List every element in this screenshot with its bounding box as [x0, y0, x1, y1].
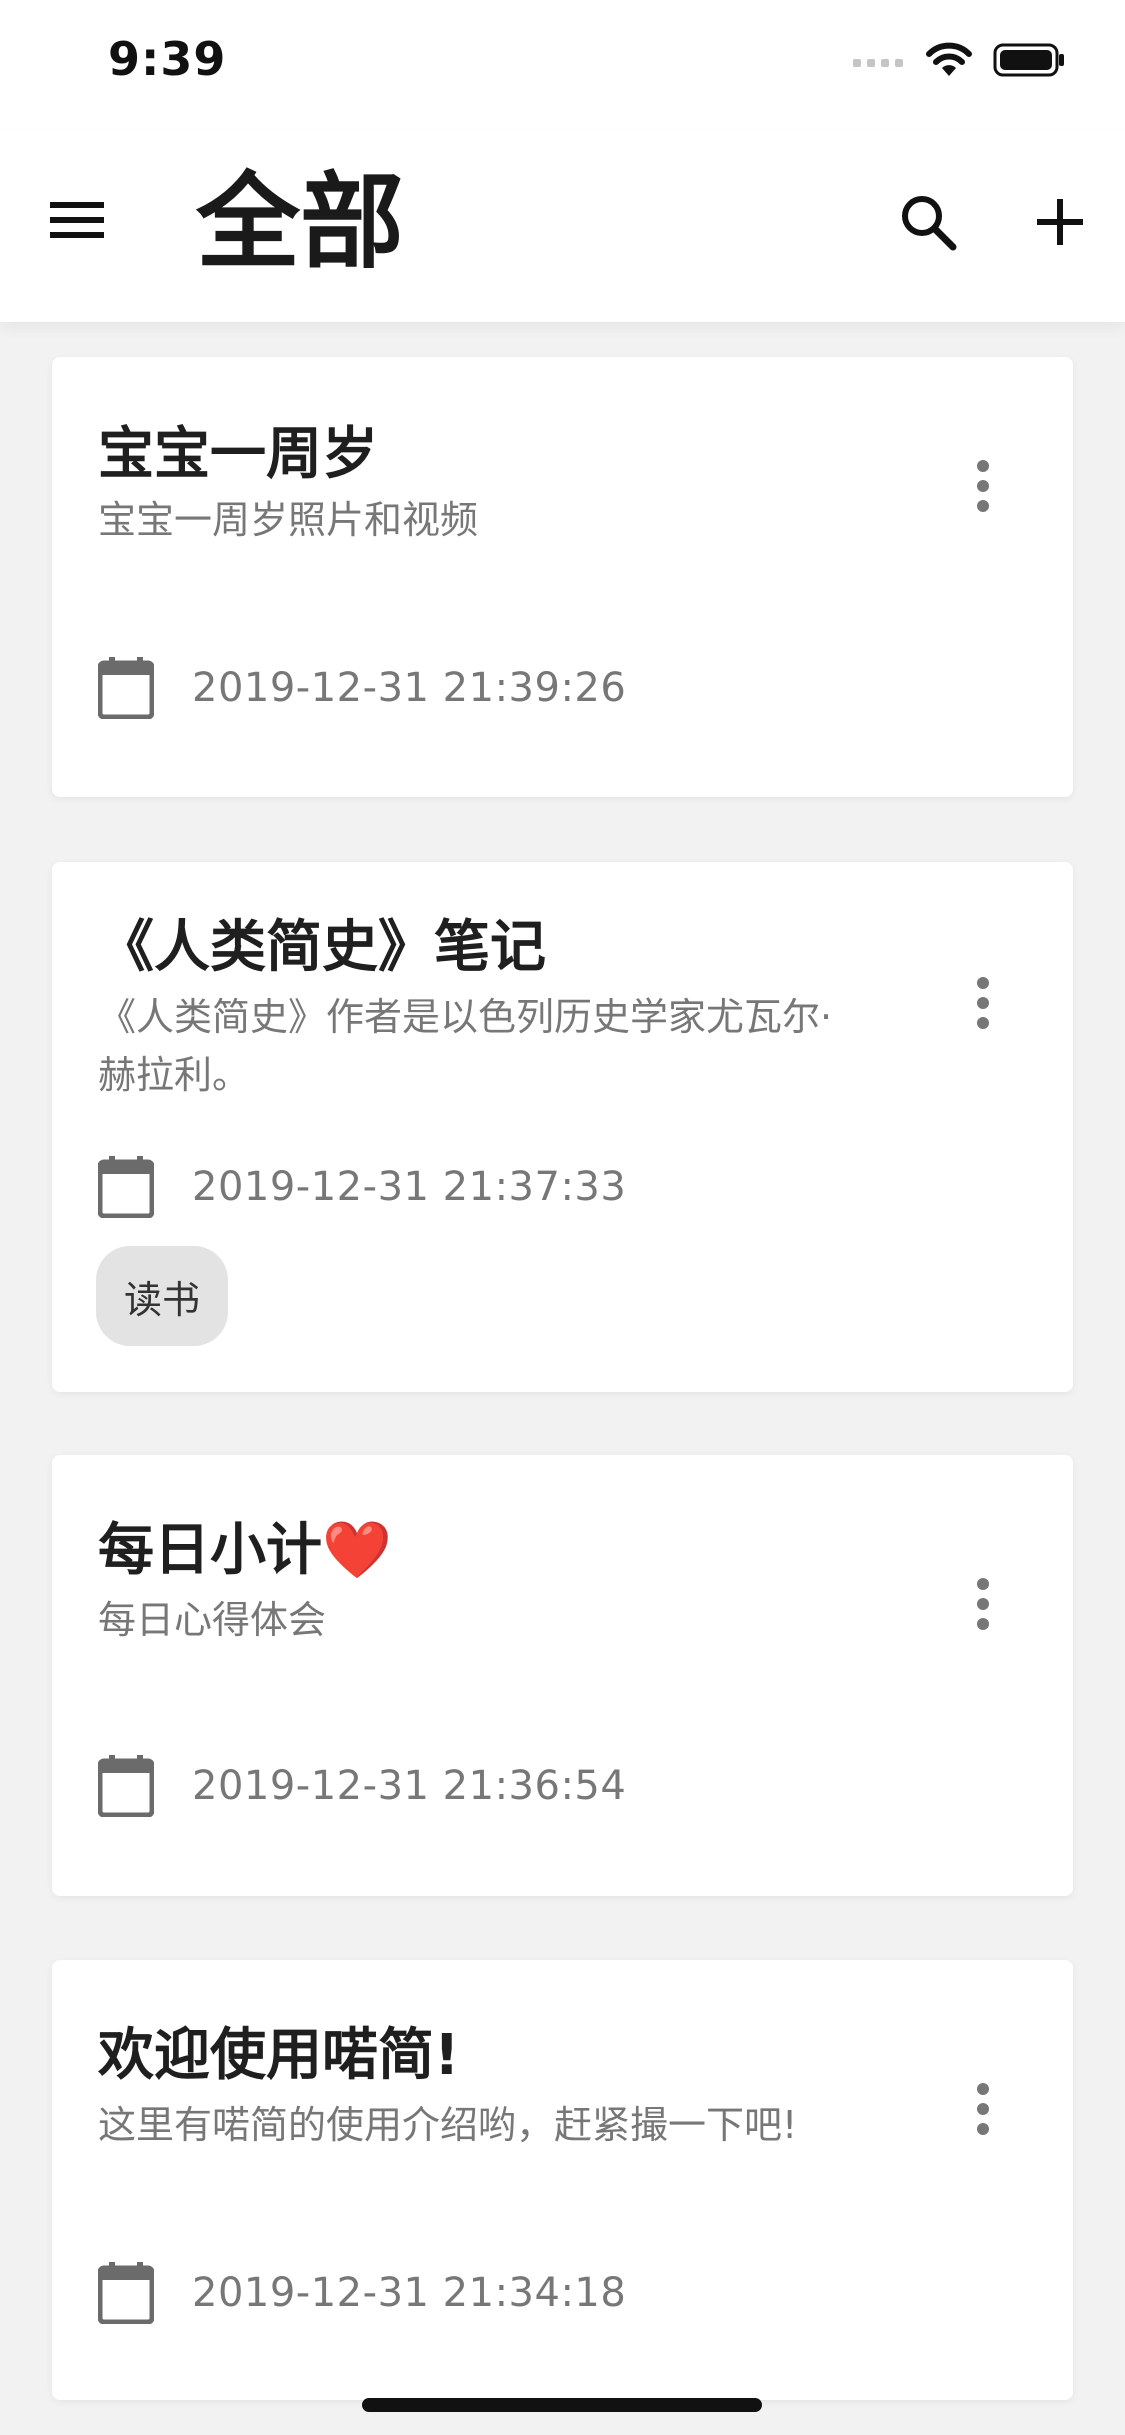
- note-title: 欢迎使用喏简!: [98, 2023, 460, 2088]
- menu-button[interactable]: [44, 187, 110, 253]
- note-description: 这里有喏简的使用介绍哟，赶紧撮一下吧!: [98, 2103, 798, 2147]
- plus-icon: [1037, 199, 1083, 245]
- status-time: 9:39: [108, 32, 227, 86]
- note-date: 2019-12-31 21:39:26: [192, 665, 627, 711]
- note-date-row: 2019-12-31 21:36:54: [98, 1755, 626, 1817]
- search-icon: [902, 196, 957, 251]
- note-date-row: 2019-12-31 21:39:26: [98, 657, 626, 719]
- more-options-button[interactable]: [963, 958, 1003, 1048]
- home-indicator[interactable]: [362, 2398, 762, 2412]
- menu-icon: [50, 202, 104, 238]
- signal-icon: [853, 59, 903, 67]
- calendar-icon: [98, 1755, 154, 1817]
- note-description: 《人类简史》作者是以色列历史学家尤瓦尔·赫拉利。: [98, 995, 833, 1097]
- calendar-icon: [98, 657, 154, 719]
- note-title: 《人类简史》笔记: [98, 915, 546, 980]
- calendar-icon: [98, 2262, 154, 2324]
- more-vertical-icon: [977, 1578, 989, 1630]
- status-icons: [853, 40, 1065, 80]
- note-title: 每日小计❤️: [98, 1518, 392, 1583]
- battery-icon: [993, 43, 1064, 77]
- note-date: 2019-12-31 21:37:33: [192, 1164, 627, 1210]
- app-screen: 9:39 全部 宝宝一周岁 宝宝一周岁照片和视频 2019-12-31 21:3…: [0, 0, 1125, 2435]
- note-date: 2019-12-31 21:36:54: [192, 1763, 627, 1809]
- note-description: 每日心得体会: [98, 1598, 327, 1642]
- note-card[interactable]: 每日小计❤️ 每日心得体会 2019-12-31 21:36:54: [52, 1455, 1073, 1896]
- more-options-button[interactable]: [963, 2064, 1003, 2154]
- add-button[interactable]: [1025, 187, 1095, 257]
- more-vertical-icon: [977, 460, 989, 512]
- more-options-button[interactable]: [963, 441, 1003, 531]
- note-description: 宝宝一周岁照片和视频: [98, 498, 479, 542]
- more-vertical-icon: [977, 977, 989, 1029]
- note-date-row: 2019-12-31 21:34:18: [98, 2262, 626, 2324]
- note-card[interactable]: 欢迎使用喏简! 这里有喏简的使用介绍哟，赶紧撮一下吧! 2019-12-31 2…: [52, 1960, 1073, 2400]
- app-header: 全部: [0, 132, 1125, 322]
- calendar-icon: [98, 1156, 154, 1218]
- wifi-icon: [926, 42, 972, 76]
- note-card[interactable]: 宝宝一周岁 宝宝一周岁照片和视频 2019-12-31 21:39:26: [52, 357, 1073, 797]
- more-vertical-icon: [977, 2083, 989, 2135]
- tag-chip[interactable]: 读书: [96, 1246, 229, 1346]
- more-options-button[interactable]: [963, 1559, 1003, 1649]
- note-title: 宝宝一周岁: [98, 422, 378, 487]
- note-card[interactable]: 《人类简史》笔记 《人类简史》作者是以色列历史学家尤瓦尔·赫拉利。 2019-1…: [52, 862, 1073, 1392]
- note-date-row: 2019-12-31 21:37:33: [98, 1156, 626, 1218]
- status-bar: 9:39: [0, 0, 1125, 132]
- note-date: 2019-12-31 21:34:18: [192, 2270, 627, 2316]
- page-title: 全部: [196, 161, 405, 283]
- search-button[interactable]: [893, 187, 963, 257]
